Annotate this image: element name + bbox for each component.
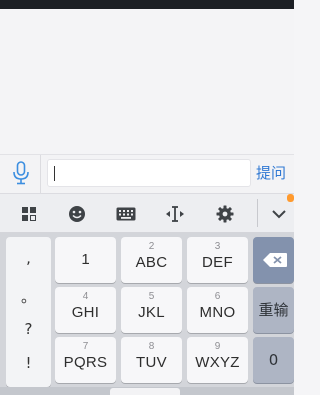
input-bar: 提问: [0, 154, 294, 194]
key-0-label: 0: [268, 351, 279, 369]
cursor-icon[interactable]: [164, 203, 186, 225]
key-6-number: 6: [214, 291, 221, 302]
key-3-number: 3: [214, 241, 221, 252]
key-8[interactable]: 8 TUV: [121, 337, 182, 383]
key-9[interactable]: 9 WXYZ: [187, 337, 248, 383]
key-1[interactable]: 1: [55, 237, 116, 283]
text-caret: [54, 166, 55, 181]
t9-keyboard: , 。 ? ! 1 2 ABC 3 DEF 4 GHI 5 JKL 6 MNO …: [0, 233, 294, 395]
reinput-label: 重输: [258, 301, 289, 319]
space-key[interactable]: [110, 388, 180, 395]
gear-icon[interactable]: [214, 203, 236, 225]
key-2[interactable]: 2 ABC: [121, 237, 182, 283]
key-8-label: TUV: [136, 354, 167, 371]
backspace-icon: [262, 252, 288, 272]
key-9-number: 9: [214, 341, 221, 352]
emoji-icon[interactable]: [66, 203, 88, 225]
key-6[interactable]: 6 MNO: [187, 287, 248, 333]
key-6-label: MNO: [199, 304, 236, 321]
microphone-icon: [12, 161, 30, 189]
status-bar: [0, 0, 294, 9]
key-1-label: 1: [81, 251, 90, 268]
key-2-number: 2: [148, 241, 155, 252]
key-4[interactable]: 4 GHI: [55, 287, 116, 333]
ask-button[interactable]: 提问: [256, 159, 294, 187]
reinput-button[interactable]: 重输: [253, 287, 294, 333]
key-8-number: 8: [148, 341, 155, 352]
content-area: [0, 9, 294, 154]
input-divider: [40, 155, 41, 194]
keyboard-icon[interactable]: [115, 203, 137, 225]
key-4-label: GHI: [71, 304, 100, 321]
key-3-label: DEF: [202, 254, 233, 271]
key-3[interactable]: 3 DEF: [187, 237, 248, 283]
key-9-label: WXYZ: [195, 354, 240, 371]
backspace-button[interactable]: [253, 237, 294, 283]
punctuation-comma[interactable]: ,: [6, 249, 51, 267]
punctuation-question[interactable]: ?: [6, 320, 51, 338]
key-7[interactable]: 7 PQRS: [55, 337, 116, 383]
key-5-number: 5: [148, 291, 155, 302]
voice-input-button[interactable]: [6, 158, 36, 192]
grid-icon[interactable]: [18, 203, 40, 225]
key-0[interactable]: 0: [253, 337, 294, 383]
keyboard-toolbar: [0, 193, 294, 233]
punctuation-column: , 。 ? !: [6, 237, 51, 387]
key-7-number: 7: [82, 341, 89, 352]
notification-badge: [287, 194, 294, 202]
key-7-label: PQRS: [63, 354, 108, 371]
key-2-label: ABC: [135, 254, 168, 271]
question-input[interactable]: [47, 159, 251, 187]
key-4-number: 4: [82, 291, 89, 302]
punctuation-period[interactable]: 。: [6, 286, 51, 307]
chevron-down-icon[interactable]: [268, 203, 290, 225]
key-5-label: JKL: [138, 304, 165, 321]
toolbar-divider: [257, 199, 258, 227]
key-5[interactable]: 5 JKL: [121, 287, 182, 333]
punctuation-exclamation[interactable]: !: [6, 354, 51, 372]
